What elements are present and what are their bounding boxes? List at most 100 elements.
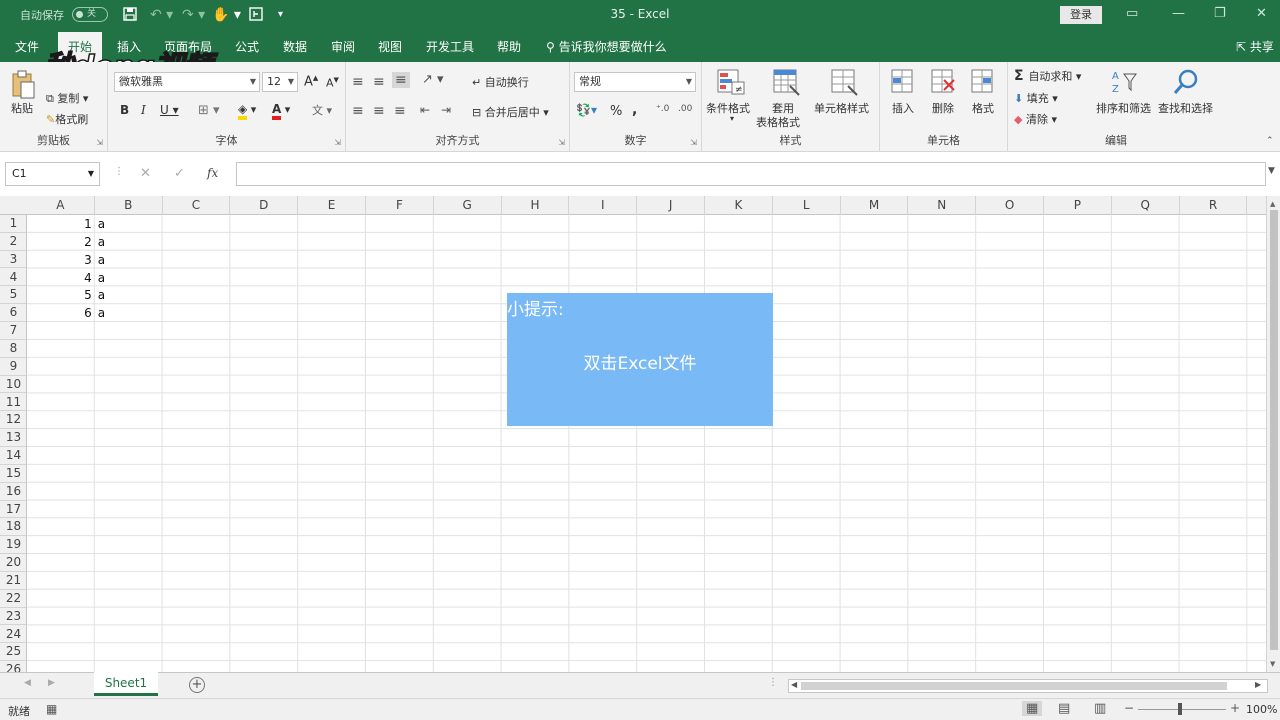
row-header-23[interactable]: 23 [0, 608, 26, 626]
decrease-indent-icon[interactable]: ⇤ [420, 103, 430, 117]
cell-b3[interactable]: a [98, 251, 163, 268]
undo-icon[interactable]: ↶ ▾ [150, 6, 173, 24]
clear-button[interactable]: ◆ 清除 ▾ [1014, 111, 1057, 127]
preview-icon[interactable] [248, 6, 264, 27]
percent-button[interactable]: % [610, 104, 622, 119]
scroll-right-icon[interactable]: ▶ [1255, 680, 1261, 689]
worksheet-grid[interactable]: 123456aaaaaa [27, 215, 1266, 672]
column-header-p[interactable]: P [1044, 196, 1112, 215]
customize-qat-icon[interactable]: ▾ [278, 6, 283, 24]
login-button[interactable]: 登录 [1060, 6, 1102, 24]
row-header-1[interactable]: 1 [0, 215, 26, 233]
increase-font-icon[interactable]: A▲ [304, 74, 318, 89]
row-header-14[interactable]: 14 [0, 447, 26, 465]
row-header-19[interactable]: 19 [0, 536, 26, 555]
align-top-icon[interactable]: ≡ [352, 74, 364, 90]
orientation-icon[interactable]: ↗ ▾ [422, 72, 444, 87]
align-right-icon[interactable]: ≡ [394, 103, 406, 119]
horizontal-scroll-thumb[interactable] [801, 682, 1227, 690]
column-header-j[interactable]: J [637, 196, 705, 215]
cell-a3[interactable]: 3 [27, 251, 92, 268]
touch-mode-icon[interactable]: ✋ ▾ [212, 6, 241, 24]
column-header-l[interactable]: L [773, 196, 841, 215]
close-icon[interactable]: ✕ [1256, 6, 1267, 21]
row-header-20[interactable]: 20 [0, 554, 26, 572]
row-header-8[interactable]: 8 [0, 340, 26, 358]
row-header-26[interactable]: 26 [0, 661, 26, 672]
row-header-16[interactable]: 16 [0, 483, 26, 501]
zoom-in-icon[interactable]: + [1230, 701, 1240, 715]
column-header-e[interactable]: E [298, 196, 366, 215]
align-bottom-icon[interactable]: ≡ [392, 72, 410, 88]
row-header-11[interactable]: 11 [0, 394, 26, 412]
align-left-icon[interactable]: ≡ [352, 103, 364, 119]
clipboard-launcher-icon[interactable]: ⇲ [96, 138, 103, 147]
phonetic-icon[interactable]: 文 ▾ [312, 102, 332, 118]
zoom-out-icon[interactable]: − [1124, 701, 1134, 715]
cell-a5[interactable]: 5 [27, 286, 92, 303]
number-format-select[interactable]: 常规 ▼ [574, 72, 696, 92]
name-box[interactable]: C1 ▼ [5, 162, 100, 186]
next-sheet-icon[interactable]: ▶ [48, 678, 55, 688]
tab-review[interactable]: 审阅 [331, 38, 355, 55]
sheet-tab-sheet1[interactable]: Sheet1 [94, 672, 158, 696]
prev-sheet-icon[interactable]: ◀ [24, 678, 31, 688]
column-header-c[interactable]: C [163, 196, 231, 215]
share-button[interactable]: ⇱ 共享 [1236, 38, 1274, 55]
tab-help[interactable]: 帮助 [497, 38, 521, 55]
column-header-o[interactable]: O [976, 196, 1044, 215]
decrease-font-icon[interactable]: A▼ [326, 76, 339, 90]
formula-bar-splitter-icon[interactable]: ⋮ [114, 166, 124, 177]
column-header-n[interactable]: N [908, 196, 977, 215]
row-header-10[interactable]: 10 [0, 376, 26, 394]
expand-formula-icon[interactable]: ▼ [1268, 166, 1275, 176]
insert-cells-button[interactable]: 插入 [892, 100, 914, 116]
row-header-25[interactable]: 25 [0, 643, 26, 662]
column-header-g[interactable]: G [434, 196, 502, 215]
column-header-d[interactable]: D [230, 196, 299, 215]
sort-filter-button[interactable]: 排序和筛选 [1096, 100, 1151, 116]
tab-formulas[interactable]: 公式 [235, 38, 259, 55]
cell-b5[interactable]: a [98, 286, 163, 303]
merge-center-button[interactable]: ⊟ 合并后居中 ▾ [472, 104, 549, 120]
row-header-24[interactable]: 24 [0, 626, 26, 644]
column-header-q[interactable]: Q [1112, 196, 1180, 215]
copy-button[interactable]: ⧉ 复制 ▾ [46, 90, 88, 106]
column-header-m[interactable]: M [841, 196, 909, 215]
normal-view-icon[interactable]: ▦ [1022, 701, 1043, 716]
delete-cells-button[interactable]: 删除 [932, 100, 954, 116]
column-header-i[interactable]: I [569, 196, 638, 215]
zoom-slider-thumb[interactable] [1178, 703, 1182, 715]
format-cells-button[interactable]: 格式 [972, 100, 994, 116]
tab-view[interactable]: 视图 [378, 38, 402, 55]
autosum-button[interactable]: Σ 自动求和 ▾ [1014, 68, 1081, 84]
tell-me-box[interactable]: ⚲ 告诉我你想要做什么 [546, 38, 667, 55]
row-header-2[interactable]: 2 [0, 233, 26, 251]
row-header-4[interactable]: 4 [0, 269, 26, 287]
paste-icon[interactable] [10, 70, 36, 103]
cell-a2[interactable]: 2 [27, 233, 92, 250]
page-layout-view-icon[interactable]: ▤ [1058, 701, 1070, 716]
row-header-18[interactable]: 18 [0, 518, 26, 537]
column-header-b[interactable]: B [95, 196, 163, 215]
cell-b6[interactable]: a [98, 304, 163, 321]
enter-icon[interactable]: ✓ [174, 166, 185, 181]
cell-a1[interactable]: 1 [27, 215, 92, 232]
align-center-icon[interactable]: ≡ [373, 103, 385, 119]
font-color-icon[interactable]: A ▾ [272, 102, 290, 120]
row-header-9[interactable]: 9 [0, 358, 26, 376]
ribbon-display-icon[interactable]: ▭ [1126, 6, 1138, 21]
maximize-icon[interactable]: ❐ [1214, 6, 1226, 21]
italic-icon[interactable]: I [141, 103, 146, 117]
collapse-ribbon-icon[interactable]: ⌃ [1266, 136, 1274, 146]
borders-icon[interactable]: ⊞ ▾ [198, 103, 220, 118]
redo-icon[interactable]: ↷ ▾ [182, 6, 205, 24]
bold-icon[interactable]: B [120, 103, 129, 117]
align-middle-icon[interactable]: ≡ [373, 74, 385, 90]
fill-color-icon[interactable]: ◈ ▾ [238, 102, 256, 120]
column-header-a[interactable]: A [27, 196, 95, 215]
cell-a6[interactable]: 6 [27, 304, 92, 321]
tab-splitter-icon[interactable]: ⋮ [768, 677, 778, 688]
minimize-icon[interactable]: — [1172, 6, 1185, 21]
column-header-f[interactable]: F [366, 196, 434, 215]
